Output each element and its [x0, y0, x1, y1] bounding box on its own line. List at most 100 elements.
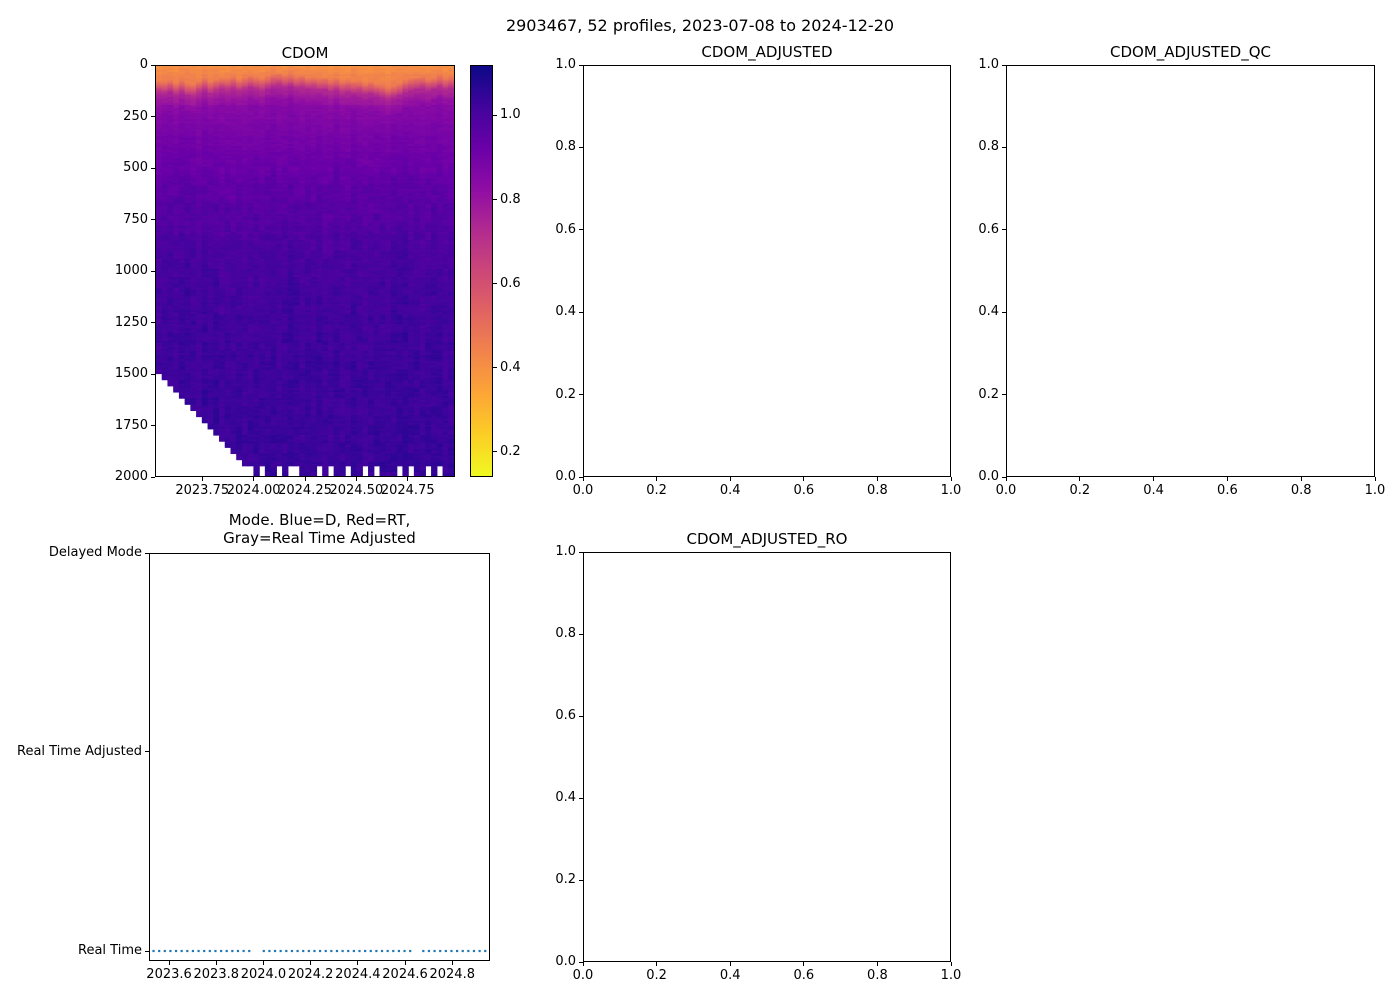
y-tick-mark	[145, 552, 149, 554]
colorbar-tick-mark	[493, 114, 497, 116]
y-tick-label: 1500	[114, 366, 148, 381]
cdom-title: CDOM	[281, 44, 329, 62]
cdom-adjusted-qc-title: CDOM_ADJUSTED_QC	[1110, 43, 1271, 61]
cdom-adjusted-ro-title: CDOM_ADJUSTED_RO	[686, 530, 848, 548]
x-tick-mark	[582, 477, 584, 481]
x-tick-mark	[357, 961, 359, 965]
cdom-colorbar	[470, 65, 493, 477]
y-tick-label: 1.0	[555, 57, 576, 72]
mode-y-tick-label: Real Time	[78, 943, 142, 958]
axes-cdom-adjusted-qc	[1006, 65, 1375, 477]
y-tick-mark	[151, 116, 155, 117]
x-tick-mark	[304, 477, 306, 481]
colorbar-tick-label: 0.2	[500, 443, 521, 459]
y-tick-mark	[579, 551, 583, 553]
x-tick-mark	[1374, 477, 1376, 481]
x-tick-mark	[656, 962, 658, 966]
cdom-heatmap-canvas	[156, 66, 454, 476]
colorbar-tick-mark	[493, 367, 497, 369]
colorbar-tick-label: 0.8	[500, 191, 521, 207]
colorbar-tick-mark	[493, 199, 497, 201]
y-tick-label: 2000	[114, 469, 148, 484]
axes-cdom-heatmap	[155, 65, 455, 477]
y-tick-mark	[151, 270, 155, 272]
y-tick-mark	[579, 64, 583, 66]
colorbar-tick-label: 1.0	[500, 107, 521, 123]
mode-y-tick-label: Delayed Mode	[48, 545, 142, 560]
y-tick-label: 0.4	[555, 304, 576, 320]
x-tick-mark	[950, 962, 952, 966]
x-tick-mark	[803, 477, 805, 481]
x-tick-label: 2024.75	[380, 483, 435, 498]
y-tick-label: 1750	[114, 417, 148, 433]
y-tick-label: 0.8	[555, 626, 576, 641]
y-tick-mark	[151, 64, 155, 66]
y-tick-label: 0.4	[978, 304, 999, 320]
y-tick-label: 1000	[114, 263, 148, 278]
x-tick-mark	[355, 477, 357, 481]
x-tick-mark	[876, 962, 878, 966]
y-tick-label: 0.6	[555, 221, 576, 237]
y-tick-label: 1.0	[555, 544, 576, 559]
y-tick-mark	[1002, 311, 1006, 313]
x-tick-mark	[407, 477, 409, 481]
y-tick-mark	[579, 797, 583, 799]
x-tick-label: 1.0	[940, 968, 962, 983]
x-tick-mark	[1300, 477, 1302, 481]
y-tick-mark	[1002, 146, 1006, 148]
axes-cdom-adjusted	[583, 65, 951, 477]
x-tick-mark	[262, 961, 264, 965]
y-tick-label: 0.8	[978, 139, 999, 155]
mode-y-tick-label: Real Time Adjusted	[17, 743, 142, 759]
y-tick-label: 0.2	[555, 872, 576, 887]
x-tick-mark	[1226, 477, 1228, 481]
y-tick-label: 0.4	[555, 790, 576, 805]
y-tick-label: 250	[123, 108, 148, 124]
x-tick-mark	[729, 477, 731, 481]
y-tick-mark	[151, 373, 155, 375]
y-tick-mark	[151, 476, 155, 478]
x-tick-mark	[310, 961, 312, 965]
y-tick-mark	[579, 879, 583, 881]
y-tick-label: 0.0	[978, 469, 999, 484]
x-tick-mark	[656, 477, 658, 481]
y-tick-label: 0.0	[555, 469, 576, 484]
y-tick-mark	[579, 715, 583, 717]
y-tick-label: 750	[123, 211, 148, 227]
y-tick-mark	[579, 961, 583, 963]
y-tick-label: 0	[139, 57, 148, 72]
y-tick-mark	[1002, 394, 1006, 396]
y-tick-mark	[151, 322, 155, 323]
x-tick-mark	[404, 961, 406, 965]
figure-suptitle: 2903467, 52 profiles, 2023-07-08 to 2024…	[505, 16, 895, 35]
mode-title: Mode. Blue=D, Red=RT, Gray=Real Time Adj…	[223, 511, 416, 547]
x-tick-mark	[582, 962, 584, 966]
axes-cdom-adjusted-ro	[583, 552, 951, 962]
x-tick-mark	[215, 961, 217, 965]
y-tick-label: 1250	[114, 314, 148, 330]
y-tick-mark	[151, 219, 155, 220]
axes-mode	[149, 553, 490, 961]
y-tick-label: 0.8	[555, 139, 576, 155]
y-tick-mark	[1002, 476, 1006, 478]
figure: 2903467, 52 profiles, 2023-07-08 to 2024…	[0, 0, 1400, 1000]
x-tick-mark	[1153, 477, 1155, 481]
y-tick-mark	[145, 950, 149, 952]
colorbar-tick-label: 0.4	[500, 359, 521, 375]
x-tick-label: 2024.8	[429, 967, 475, 982]
y-tick-mark	[579, 394, 583, 396]
y-tick-mark	[151, 425, 155, 426]
y-tick-mark	[579, 633, 583, 635]
colorbar-tick-label: 0.6	[500, 275, 521, 291]
y-tick-mark	[579, 229, 583, 231]
x-tick-mark	[803, 962, 805, 966]
x-tick-mark	[1005, 477, 1007, 481]
y-tick-label: 0.2	[978, 386, 999, 402]
x-tick-label: 1.0	[1364, 483, 1386, 498]
y-tick-label: 0.6	[555, 708, 576, 723]
colorbar-tick-mark	[493, 451, 497, 453]
y-tick-mark	[579, 311, 583, 313]
colorbar-tick-mark	[493, 283, 497, 285]
y-tick-label: 0.2	[555, 386, 576, 402]
x-tick-mark	[201, 477, 203, 481]
